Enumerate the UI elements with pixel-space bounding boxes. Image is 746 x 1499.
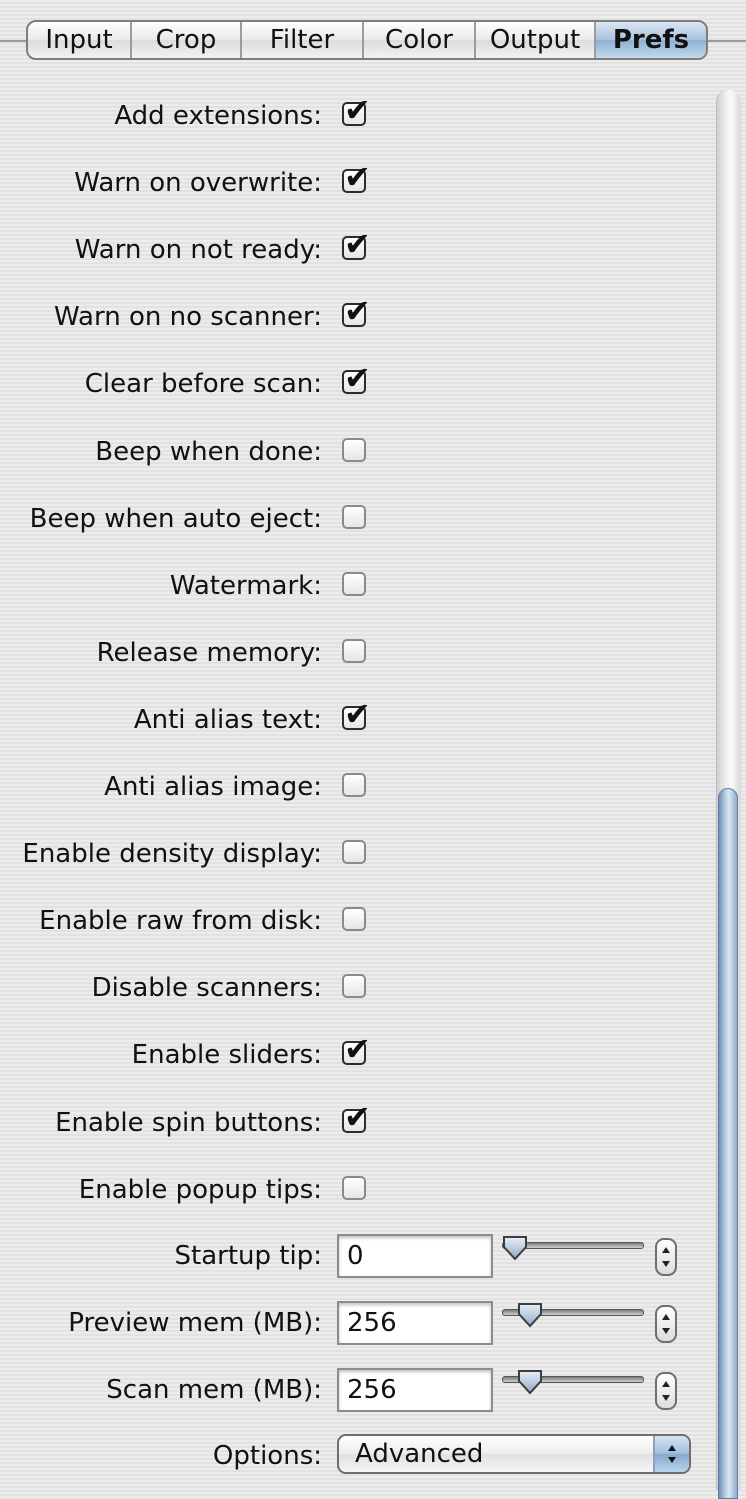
pref-row-enable-density-display: Enable density display:: [0, 830, 746, 878]
pref-row-clear-before-scan: Clear before scan: ✔: [0, 360, 746, 408]
enable-raw-from-disk-checkbox[interactable]: [342, 907, 366, 931]
tab-input[interactable]: Input: [28, 22, 132, 58]
tab-color[interactable]: Color: [364, 22, 476, 58]
pref-row-release-memory: Release memory:: [0, 629, 746, 677]
tab-prefs[interactable]: Prefs: [596, 22, 706, 58]
pref-label: Release memory:: [96, 638, 322, 668]
startup-tip-field[interactable]: 0: [337, 1234, 493, 1278]
enable-popup-tips-checkbox[interactable]: [342, 1176, 366, 1200]
pref-row-enable-popup-tips: Enable popup tips:: [0, 1166, 746, 1214]
checkmark-icon: ✔: [344, 359, 371, 397]
pref-label: Enable raw from disk:: [39, 906, 322, 936]
slider-thumb-icon[interactable]: [502, 1235, 528, 1261]
stepper-down-icon[interactable]: [662, 1395, 670, 1401]
warn-on-overwrite-checkbox[interactable]: ✔: [342, 161, 371, 193]
pref-row-anti-alias-text: Anti alias text: ✔: [0, 696, 746, 744]
preview-mem-mb-stepper[interactable]: [655, 1305, 677, 1343]
pref-row-enable-spin-buttons: Enable spin buttons: ✔: [0, 1099, 746, 1147]
pref-row-beep-when-auto-eject: Beep when auto eject:: [0, 495, 746, 543]
checkmark-icon: ✔: [344, 292, 371, 330]
release-memory-checkbox[interactable]: [342, 639, 366, 663]
pref-label: Warn on overwrite:: [74, 168, 322, 198]
pref-row-disable-scanners: Disable scanners:: [0, 964, 746, 1012]
pref-row-warn-on-no-scanner: Warn on no scanner: ✔: [0, 293, 746, 341]
pref-label: Enable density display:: [22, 839, 322, 869]
pref-label: Preview mem (MB):: [68, 1308, 322, 1338]
beep-when-auto-eject-checkbox[interactable]: [342, 505, 366, 529]
pref-row-preview-mem-mb: Preview mem (MB): 256: [0, 1299, 746, 1347]
pref-label: Enable spin buttons:: [55, 1108, 322, 1138]
pref-row-anti-alias-image: Anti alias image:: [0, 763, 746, 811]
disable-scanners-checkbox[interactable]: [342, 974, 366, 998]
pref-label: Options:: [212, 1441, 322, 1471]
warn-on-not-ready-checkbox[interactable]: ✔: [342, 228, 371, 260]
tab-bar: Input Crop Filter Color Output Prefs: [26, 20, 708, 60]
pref-label: Anti alias text:: [133, 705, 322, 735]
scan-mem-mb-field[interactable]: 256: [337, 1368, 493, 1412]
startup-tip-slider[interactable]: [502, 1232, 644, 1280]
slider-thumb-icon[interactable]: [517, 1302, 543, 1328]
pref-row-warn-on-overwrite: Warn on overwrite: ✔: [0, 159, 746, 207]
pref-label: Anti alias image:: [104, 772, 322, 802]
tab-filter[interactable]: Filter: [242, 22, 364, 58]
scan-mem-mb-slider[interactable]: [502, 1366, 644, 1414]
clear-before-scan-checkbox[interactable]: ✔: [342, 362, 371, 394]
pref-label: Add extensions:: [114, 101, 322, 131]
scrollbar-thumb[interactable]: [718, 788, 738, 1499]
pref-label: Warn on not ready:: [74, 235, 322, 265]
pref-label: Watermark:: [169, 571, 322, 601]
add-extensions-checkbox[interactable]: ✔: [342, 94, 371, 126]
warn-on-no-scanner-checkbox[interactable]: ✔: [342, 295, 371, 327]
checkmark-icon: ✔: [344, 91, 371, 129]
pref-row-options: Options: Advanced: [0, 1432, 746, 1480]
options-popup[interactable]: Advanced: [337, 1434, 691, 1474]
preview-mem-mb-slider[interactable]: [502, 1299, 644, 1347]
pref-label: Enable sliders:: [131, 1040, 322, 1070]
pref-row-beep-when-done: Beep when done:: [0, 428, 746, 476]
preview-mem-mb-field[interactable]: 256: [337, 1301, 493, 1345]
pref-row-startup-tip: Startup tip: 0: [0, 1232, 746, 1280]
pref-label: Beep when done:: [95, 437, 322, 467]
stepper-up-icon[interactable]: [662, 1381, 670, 1387]
pref-row-warn-on-not-ready: Warn on not ready: ✔: [0, 226, 746, 274]
watermark-checkbox[interactable]: [342, 572, 366, 596]
pref-row-add-extensions: Add extensions: ✔: [0, 92, 746, 140]
options-popup-value: Advanced: [355, 1439, 484, 1469]
checkmark-icon: ✔: [344, 225, 371, 263]
stepper-down-icon[interactable]: [662, 1261, 670, 1267]
checkmark-icon: ✔: [344, 1030, 371, 1068]
enable-density-display-checkbox[interactable]: [342, 840, 366, 864]
pref-row-watermark: Watermark:: [0, 562, 746, 610]
pref-row-enable-raw-from-disk: Enable raw from disk:: [0, 897, 746, 945]
pref-label: Disable scanners:: [91, 973, 322, 1003]
enable-sliders-checkbox[interactable]: ✔: [342, 1033, 371, 1065]
tab-output[interactable]: Output: [476, 22, 596, 58]
popup-arrows-icon: [653, 1436, 689, 1472]
slider-thumb-icon[interactable]: [517, 1369, 543, 1395]
pref-label: Beep when auto eject:: [29, 504, 322, 534]
pref-label: Clear before scan:: [84, 369, 322, 399]
enable-spin-buttons-checkbox[interactable]: ✔: [342, 1101, 371, 1133]
startup-tip-stepper[interactable]: [655, 1238, 677, 1276]
beep-when-done-checkbox[interactable]: [342, 438, 366, 462]
pref-label: Startup tip:: [174, 1241, 322, 1271]
stepper-up-icon[interactable]: [662, 1247, 670, 1253]
checkmark-icon: ✔: [344, 695, 371, 733]
pref-label: Enable popup tips:: [78, 1175, 322, 1205]
anti-alias-text-checkbox[interactable]: ✔: [342, 698, 371, 730]
checkmark-icon: ✔: [344, 158, 371, 196]
stepper-down-icon[interactable]: [662, 1328, 670, 1334]
checkmark-icon: ✔: [344, 1098, 371, 1136]
pref-label: Scan mem (MB):: [106, 1375, 322, 1405]
pref-row-scan-mem-mb: Scan mem (MB): 256: [0, 1366, 746, 1414]
scan-mem-mb-stepper[interactable]: [655, 1372, 677, 1410]
pref-label: Warn on no scanner:: [54, 302, 322, 332]
pref-row-enable-sliders: Enable sliders: ✔: [0, 1031, 746, 1079]
tab-crop[interactable]: Crop: [132, 22, 242, 58]
anti-alias-image-checkbox[interactable]: [342, 773, 366, 797]
stepper-up-icon[interactable]: [662, 1314, 670, 1320]
